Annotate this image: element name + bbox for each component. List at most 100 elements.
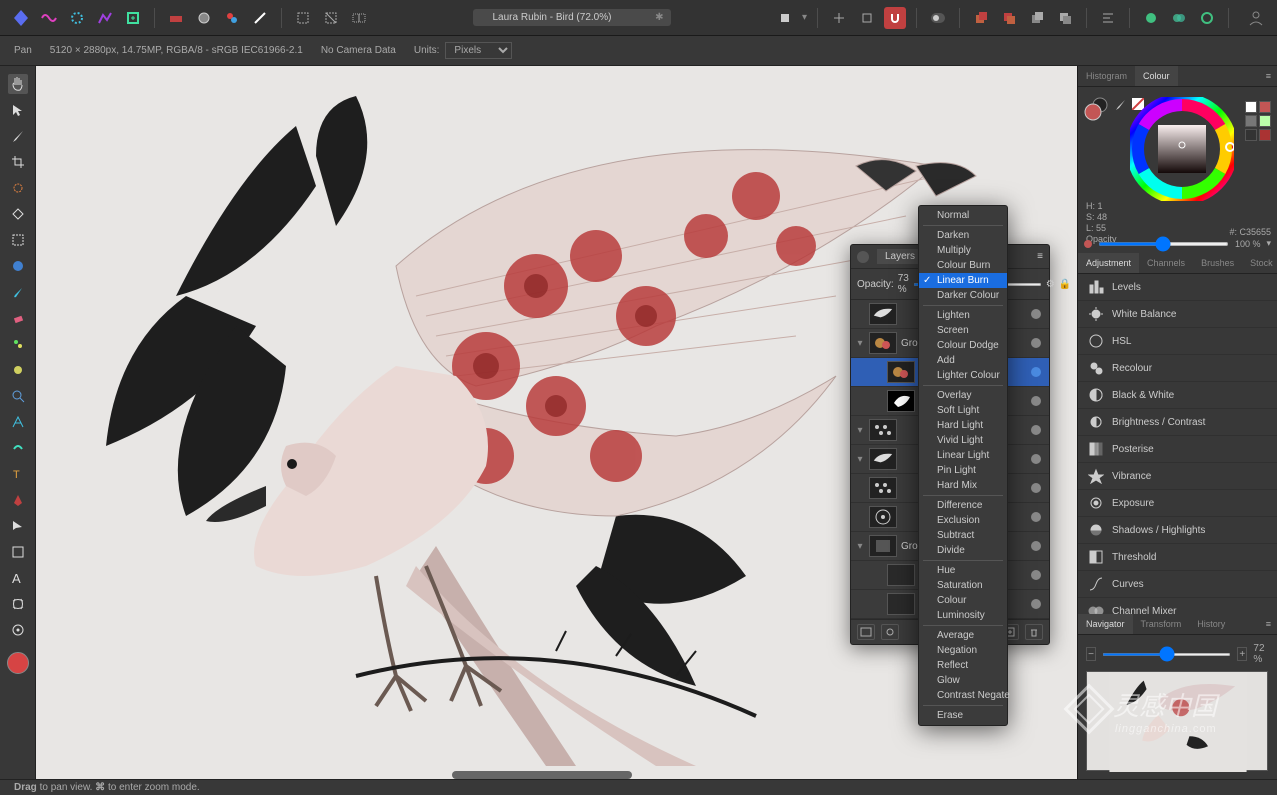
tool-icon-4[interactable]: [249, 7, 271, 29]
tab-colour[interactable]: Colour: [1135, 66, 1178, 86]
picker-icon[interactable]: [1114, 97, 1128, 111]
snap-icon-1[interactable]: [828, 7, 850, 29]
blend-mode-erase[interactable]: Erase: [919, 708, 1007, 723]
tool-icon-1[interactable]: [165, 7, 187, 29]
swatch[interactable]: [1245, 115, 1257, 127]
visibility-toggle[interactable]: [1031, 454, 1041, 464]
swatch[interactable]: [1259, 101, 1271, 113]
document-title[interactable]: Laura Rubin - Bird (72.0%) ✱: [473, 9, 672, 26]
blend-mode-darker-colour[interactable]: Darker Colour: [919, 288, 1007, 303]
heal-tool-icon[interactable]: [8, 438, 28, 458]
panel-menu-icon[interactable]: ≡: [1260, 614, 1277, 634]
blend-mode-colour[interactable]: Colour: [919, 593, 1007, 608]
flood-tool-icon[interactable]: [8, 204, 28, 224]
brush-tool-icon[interactable]: [8, 126, 28, 146]
shape-tool-icon[interactable]: [8, 542, 28, 562]
zoom-tool-icon[interactable]: [8, 386, 28, 406]
art-text-icon[interactable]: A: [8, 568, 28, 588]
opacity-value[interactable]: 100 %: [1235, 239, 1261, 249]
tab-layers[interactable]: Layers: [877, 249, 923, 264]
adjustment-hsl[interactable]: HSL: [1078, 328, 1277, 355]
zoom-value[interactable]: 72 %: [1253, 643, 1269, 665]
blend-mode-subtract[interactable]: Subtract: [919, 528, 1007, 543]
blend-mode-screen[interactable]: Screen: [919, 323, 1007, 338]
assist-icon[interactable]: [927, 7, 949, 29]
lock-icon[interactable]: 🔒: [1059, 279, 1071, 290]
persona-tone-icon[interactable]: [94, 7, 116, 29]
tab-transform[interactable]: Transform: [1133, 614, 1190, 634]
selection-icon-2[interactable]: [320, 7, 342, 29]
app-logo-icon[interactable]: [10, 7, 32, 29]
crop-tool-icon[interactable]: [8, 152, 28, 172]
adjustment-recolour[interactable]: Recolour: [1078, 355, 1277, 382]
visibility-toggle[interactable]: [1031, 512, 1041, 522]
selection-brush-icon[interactable]: [8, 178, 28, 198]
view-mode-chevron-icon[interactable]: ▾: [802, 12, 807, 23]
dodge-tool-icon[interactable]: [8, 360, 28, 380]
pen-tool-icon[interactable]: [8, 490, 28, 510]
tab-channels[interactable]: Channels: [1139, 253, 1193, 273]
mask-layer-button[interactable]: [857, 624, 875, 640]
swatch[interactable]: [1259, 129, 1271, 141]
blend-mode-pin-light[interactable]: Pin Light: [919, 463, 1007, 478]
blend-mode-normal[interactable]: Normal: [919, 208, 1007, 223]
gradient-tool-icon[interactable]: [8, 256, 28, 276]
tab-adjustment[interactable]: Adjustment: [1078, 253, 1139, 273]
selection-icon-3[interactable]: [348, 7, 370, 29]
blend-mode-colour-dodge[interactable]: Colour Dodge: [919, 338, 1007, 353]
blend-mode-colour-burn[interactable]: Colour Burn: [919, 258, 1007, 273]
adjustment-shadows-highlights[interactable]: Shadows / Highlights: [1078, 517, 1277, 544]
visibility-toggle[interactable]: [1031, 309, 1041, 319]
hex-value[interactable]: C35655: [1239, 227, 1271, 237]
adjustment-posterise[interactable]: Posterise: [1078, 436, 1277, 463]
target-tool-icon[interactable]: [8, 620, 28, 640]
adjustment-curves[interactable]: Curves: [1078, 571, 1277, 598]
adjustment-channel-mixer[interactable]: Channel Mixer: [1078, 598, 1277, 614]
blend-gear-icon[interactable]: ⚙: [1046, 279, 1055, 290]
arrange-icon-1[interactable]: [970, 7, 992, 29]
visibility-toggle[interactable]: [1031, 570, 1041, 580]
tool-icon-3[interactable]: [221, 7, 243, 29]
visibility-toggle[interactable]: [1031, 599, 1041, 609]
mesh-tool-icon[interactable]: [8, 594, 28, 614]
blend-mode-glow[interactable]: Glow: [919, 673, 1007, 688]
visibility-toggle[interactable]: [1031, 483, 1041, 493]
arrange-icon-2[interactable]: [998, 7, 1020, 29]
snap-icon-2[interactable]: [856, 7, 878, 29]
adjustment-layer-button[interactable]: [881, 624, 899, 640]
swatch[interactable]: [1259, 115, 1271, 127]
blend-mode-vivid-light[interactable]: Vivid Light: [919, 433, 1007, 448]
delete-layer-button[interactable]: [1025, 624, 1043, 640]
blend-mode-lighter-colour[interactable]: Lighter Colour: [919, 368, 1007, 383]
layer-opacity-value[interactable]: 73 %: [898, 273, 909, 295]
panel-menu-icon[interactable]: ≡: [1037, 251, 1043, 262]
blend-mode-darken[interactable]: Darken: [919, 228, 1007, 243]
zoom-out-button[interactable]: −: [1086, 647, 1096, 661]
pan-tool-icon[interactable]: [8, 74, 28, 94]
adjustment-exposure[interactable]: Exposure: [1078, 490, 1277, 517]
persona-develop-icon[interactable]: [66, 7, 88, 29]
view-mode-icon[interactable]: [774, 7, 796, 29]
blend-mode-linear-burn[interactable]: Linear Burn: [919, 273, 1007, 288]
visibility-toggle[interactable]: [1031, 367, 1041, 377]
expand-arrow-icon[interactable]: ▾: [855, 541, 865, 552]
adjustment-brightness-contrast[interactable]: Brightness / Contrast: [1078, 409, 1277, 436]
tab-histogram[interactable]: Histogram: [1078, 66, 1135, 86]
tab-history[interactable]: History: [1189, 614, 1233, 634]
visibility-toggle[interactable]: [1031, 396, 1041, 406]
tab-stock[interactable]: Stock: [1242, 253, 1277, 273]
blend-mode-hard-light[interactable]: Hard Light: [919, 418, 1007, 433]
horizontal-scrollbar[interactable]: [452, 771, 632, 779]
blend-mode-add[interactable]: Add: [919, 353, 1007, 368]
visibility-toggle[interactable]: [1031, 541, 1041, 551]
panel-menu-icon[interactable]: ≡: [1260, 66, 1277, 86]
frame-text-icon[interactable]: T: [8, 464, 28, 484]
adjustment-threshold[interactable]: Threshold: [1078, 544, 1277, 571]
blend-mode-lighten[interactable]: Lighten: [919, 308, 1007, 323]
selection-icon-1[interactable]: [292, 7, 314, 29]
node-tool-icon[interactable]: [8, 516, 28, 536]
account-icon[interactable]: [1245, 7, 1267, 29]
snap-magnet-icon[interactable]: [884, 7, 906, 29]
blend-mode-negation[interactable]: Negation: [919, 643, 1007, 658]
ops-icon-3[interactable]: [1196, 7, 1218, 29]
